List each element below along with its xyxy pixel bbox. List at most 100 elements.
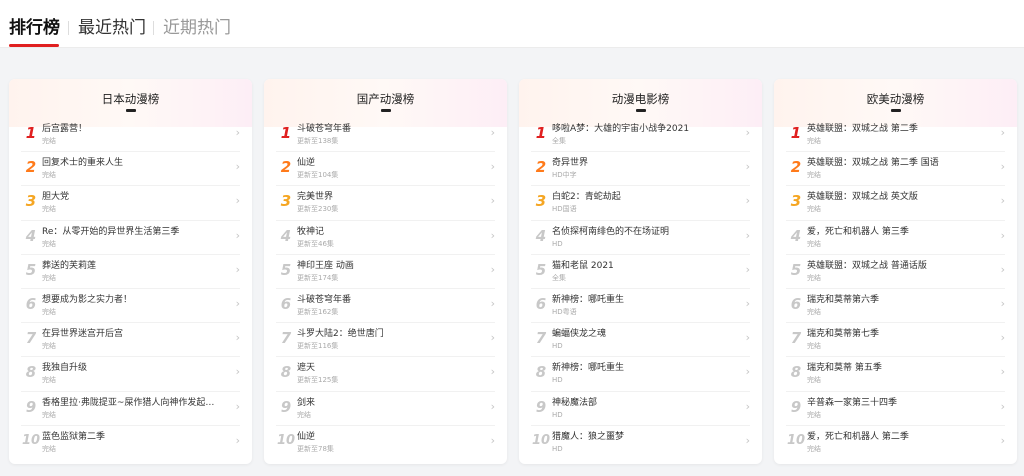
card-title-bar xyxy=(890,109,901,112)
item-title: 哆啦A梦：大雄的宇宙小战争2021 xyxy=(552,124,690,134)
chevron-right-icon: › xyxy=(235,331,240,345)
item-title: 英雄联盟：双城之战 普通话版 xyxy=(807,260,927,271)
list-item[interactable]: 9 神秘魔法部 HD › xyxy=(519,390,762,425)
list-item[interactable]: 1 斗破苍穹年番 更新至138集 › xyxy=(264,117,507,151)
list-item[interactable]: 3 白蛇2：青蛇劫起 HD国语 › xyxy=(519,185,762,219)
chevron-right-icon: › xyxy=(1000,331,1005,345)
item-title: 猎魔人：狼之噩梦 xyxy=(552,431,625,442)
chevron-right-icon: › xyxy=(235,365,240,379)
chevron-right-icon: › xyxy=(1000,194,1005,208)
list-item[interactable]: 9 辛普森一家第三十四季 完结 › xyxy=(774,390,1017,425)
rank-number: 6 xyxy=(790,294,802,313)
list-item[interactable]: 2 仙逆 更新至104集 › xyxy=(264,151,507,185)
list-item[interactable]: 10 蓝色监狱第二季 完结 › xyxy=(9,424,252,459)
list-item[interactable]: 8 新神榜：哪吒重生 HD › xyxy=(519,356,762,390)
item-status: 更新至46集 xyxy=(297,239,334,248)
item-status: 更新至78集 xyxy=(297,444,334,453)
item-status: 更新至162集 xyxy=(297,307,339,316)
item-status: 完结 xyxy=(807,239,821,248)
list-item[interactable]: 6 瑞克和莫蒂第六季 完结 › xyxy=(774,287,1017,322)
list-item[interactable]: 6 新神榜：哪吒重生 HD粤语 › xyxy=(519,287,762,322)
rank-number: 9 xyxy=(790,397,802,416)
item-status: 完结 xyxy=(807,171,821,180)
chevron-right-icon: › xyxy=(490,331,495,345)
rank-number: 3 xyxy=(535,192,547,211)
list-item[interactable]: 3 完美世界 更新至230集 › xyxy=(264,185,507,219)
item-title: 英雄联盟：双城之战 第二季 xyxy=(807,124,918,134)
list-item[interactable]: 6 想要成为影之实力者！ 完结 › xyxy=(9,287,252,322)
item-title: 斗罗大陆2：绝世唐门 xyxy=(297,329,384,340)
list-item[interactable]: 3 胆大党 完结 › xyxy=(9,185,252,219)
list-item[interactable]: 10 仙逆 更新至78集 › xyxy=(264,424,507,459)
chevron-right-icon: › xyxy=(490,365,495,379)
list-item[interactable]: 7 斗罗大陆2：绝世唐门 更新至116集 › xyxy=(264,322,507,356)
list-item[interactable]: 5 猫和老鼠 2021 全集 › xyxy=(519,253,762,288)
item-status: 更新至125集 xyxy=(297,376,339,385)
ranking-list: 1 英雄联盟：双城之战 第二季 完结 › 2 英雄联盟：双城之战 第二季 国语 完结 › 3 英雄… xyxy=(774,117,1017,459)
list-item[interactable]: 7 瑞克和莫蒂第七季 完结 › xyxy=(774,322,1017,356)
list-item[interactable]: 10 爱，死亡和机器人 第二季 完结 › xyxy=(774,424,1017,459)
list-item[interactable]: 4 Re：从零开始的异世界生活第三季 完结 › xyxy=(9,219,252,254)
chevron-right-icon: › xyxy=(1000,399,1005,413)
item-status: HD xyxy=(552,342,563,351)
ranking-card-japanese: 日本动漫榜 1 后宫露营！ 完结 › 2 回复术士的重来人生 完结 › 3 胆大党 完结 › 4 Re：从… xyxy=(9,79,252,464)
item-title: 英雄联盟：双城之战 英文版 xyxy=(807,192,918,203)
list-item[interactable]: 4 牧神记 更新至46集 › xyxy=(264,219,507,254)
item-status: 完结 xyxy=(807,307,821,316)
tab-recent-hot[interactable]: 最近热门 xyxy=(78,16,146,40)
item-title: 剑来 xyxy=(297,397,316,408)
item-status: 完结 xyxy=(807,273,821,282)
item-title: 猫和老鼠 2021 xyxy=(552,260,614,271)
list-item[interactable]: 8 遮天 更新至125集 › xyxy=(264,356,507,390)
list-item[interactable]: 9 剑来 完结 › xyxy=(264,390,507,425)
rank-number: 10 xyxy=(21,432,41,448)
rank-number: 8 xyxy=(25,363,37,382)
ranking-card-chinese: 国产动漫榜 1 斗破苍穹年番 更新至138集 › 2 仙逆 更新至104集 › 3 完美世界 更新至… xyxy=(264,79,507,464)
item-title: 瑞克和莫蒂第七季 xyxy=(807,329,880,340)
item-title: 我独自升级 xyxy=(42,363,88,374)
item-title: 神秘魔法部 xyxy=(552,397,598,408)
chevron-right-icon: › xyxy=(1000,160,1005,174)
item-status: 完结 xyxy=(807,342,821,351)
tab-near-term-hot[interactable]: 近期热门 xyxy=(163,16,231,40)
rank-number: 6 xyxy=(280,294,292,313)
item-status: 完结 xyxy=(807,376,821,385)
item-status: 完结 xyxy=(807,444,821,453)
item-status: 更新至104集 xyxy=(297,171,339,180)
chevron-right-icon: › xyxy=(745,365,750,379)
chevron-right-icon: › xyxy=(490,126,495,139)
chevron-right-icon: › xyxy=(1000,433,1005,447)
list-item[interactable]: 2 奇异世界 HD中字 › xyxy=(519,151,762,185)
list-item[interactable]: 5 英雄联盟：双城之战 普通话版 完结 › xyxy=(774,253,1017,288)
ranking-card-western: 欧美动漫榜 1 英雄联盟：双城之战 第二季 完结 › 2 英雄联盟：双城之战 第二季 国语… xyxy=(774,79,1017,464)
list-item[interactable]: 9 香格里拉·弗陇提亚~屎作猎人向神作发起挑战... 完结 › xyxy=(9,390,252,425)
list-item[interactable]: 5 葬送的芙莉莲 完结 › xyxy=(9,253,252,288)
list-item[interactable]: 2 回复术士的重来人生 完结 › xyxy=(9,151,252,185)
item-title: 奇异世界 xyxy=(552,158,589,169)
chevron-right-icon: › xyxy=(490,160,495,174)
rank-number: 2 xyxy=(790,158,802,177)
item-title: 回复术士的重来人生 xyxy=(42,158,124,169)
item-title: 胆大党 xyxy=(42,192,70,203)
tab-ranking[interactable]: 排行榜 xyxy=(9,16,60,40)
list-item[interactable]: 6 斗破苍穹年番 更新至162集 › xyxy=(264,287,507,322)
list-item[interactable]: 4 名侦探柯南绯色的不在场证明 HD › xyxy=(519,219,762,254)
list-item[interactable]: 8 我独自升级 完结 › xyxy=(9,356,252,390)
item-status: HD xyxy=(552,376,563,385)
list-item[interactable]: 1 英雄联盟：双城之战 第二季 完结 › xyxy=(774,117,1017,151)
list-item[interactable]: 7 在异世界迷宫开后宫 完结 › xyxy=(9,322,252,356)
list-item[interactable]: 1 后宫露营！ 完结 › xyxy=(9,117,252,151)
item-status: 完结 xyxy=(42,239,56,248)
list-item[interactable]: 7 蝙蝠侠龙之魂 HD › xyxy=(519,322,762,356)
chevron-right-icon: › xyxy=(745,126,750,139)
list-item[interactable]: 10 猎魔人：狼之噩梦 HD › xyxy=(519,424,762,459)
top-tab-bar: 排行榜 最近热门 近期热门 xyxy=(0,0,1024,48)
list-item[interactable]: 2 英雄联盟：双城之战 第二季 国语 完结 › xyxy=(774,151,1017,185)
list-item[interactable]: 3 英雄联盟：双城之战 英文版 完结 › xyxy=(774,185,1017,219)
list-item[interactable]: 5 神印王座 动画 更新至174集 › xyxy=(264,253,507,288)
chevron-right-icon: › xyxy=(490,228,495,242)
item-title: 新神榜：哪吒重生 xyxy=(552,363,625,374)
list-item[interactable]: 1 哆啦A梦：大雄的宇宙小战争2021 全集 › xyxy=(519,117,762,151)
list-item[interactable]: 4 爱，死亡和机器人 第三季 完结 › xyxy=(774,219,1017,254)
list-item[interactable]: 8 瑞克和莫蒂 第五季 完结 › xyxy=(774,356,1017,390)
